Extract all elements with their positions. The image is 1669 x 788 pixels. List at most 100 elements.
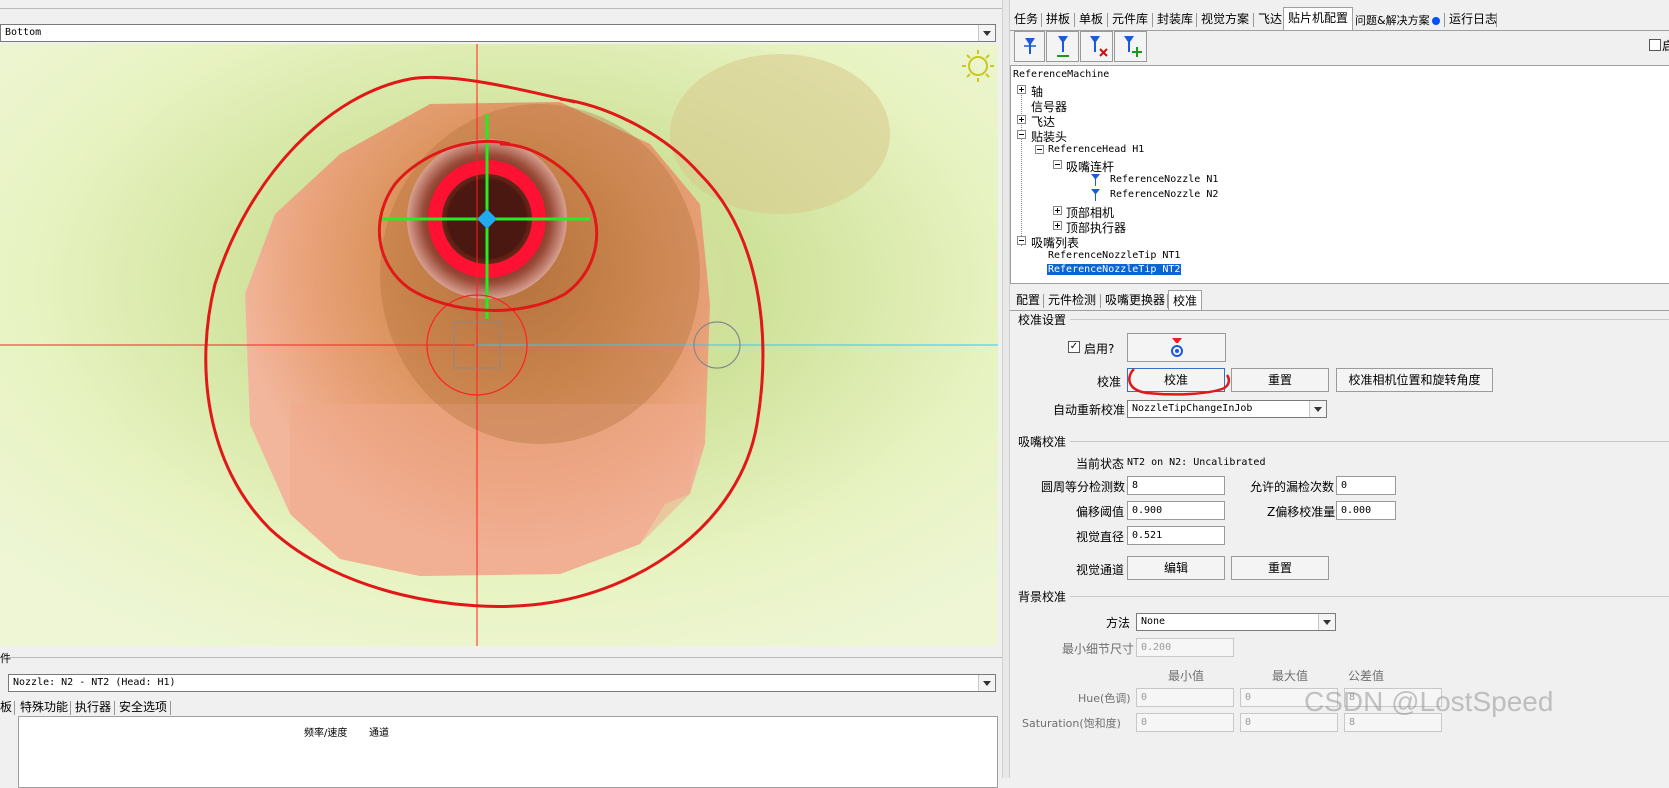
tab-issues[interactable]: 问题&解决方案 — [1351, 11, 1444, 31]
expand-icon[interactable] — [1053, 221, 1062, 230]
nozzle-load-icon[interactable] — [1046, 31, 1079, 62]
left-edge-char: 件 — [0, 652, 11, 665]
chevron-down-icon[interactable] — [1309, 401, 1326, 417]
chevron-down-icon[interactable] — [978, 675, 995, 691]
z-offset-label: Z偏移校准量 — [1267, 505, 1336, 519]
method-select[interactable]: None — [1136, 613, 1336, 631]
tree-item-heads[interactable]: 贴装头 — [1031, 128, 1067, 145]
right-checkbox-label: 启 — [1662, 39, 1669, 53]
tab-machine-setup[interactable]: 贴片机配置 — [1283, 7, 1354, 30]
sun-icon[interactable] — [958, 48, 998, 84]
allowed-misses-label: 允许的漏检次数 — [1250, 480, 1335, 494]
nozzle-status-icon — [1170, 338, 1183, 357]
tab-board[interactable]: 单板 — [1075, 9, 1107, 29]
chevron-down-icon[interactable] — [978, 25, 995, 41]
camera-view[interactable] — [0, 44, 998, 646]
col-min-label: 最小值 — [1168, 669, 1205, 683]
camera-select-value: Bottom — [5, 27, 42, 38]
expand-icon[interactable] — [1017, 85, 1026, 94]
tree-item-tip-nt1[interactable]: ReferenceNozzleTip NT1 — [1048, 250, 1180, 261]
bottom-tab-special[interactable]: 特殊功能 — [16, 697, 72, 717]
tree-root[interactable]: ReferenceMachine — [1013, 69, 1109, 80]
tab-part-detection[interactable]: 元件检测 — [1044, 290, 1100, 310]
min-detail-label: 最小细节尺寸 — [1062, 642, 1135, 656]
tree-item-nozzle-n1[interactable]: ReferenceNozzle N1 — [1110, 174, 1218, 185]
collapse-icon[interactable] — [1053, 160, 1062, 169]
hue-min-field: 0 — [1136, 688, 1234, 707]
tab-log[interactable]: 运行日志 — [1445, 9, 1501, 29]
tab-feeders[interactable]: 飞达 — [1254, 9, 1286, 29]
expand-icon[interactable] — [1017, 115, 1026, 124]
tab-nozzle-changer[interactable]: 吸嘴更换器 — [1101, 290, 1169, 310]
offset-threshold-value: 0.900 — [1132, 505, 1163, 516]
expand-icon[interactable] — [1053, 206, 1062, 215]
calib-label: 校准 — [1097, 375, 1122, 389]
tab-packages[interactable]: 封装库 — [1153, 9, 1197, 29]
offset-threshold-label: 偏移阈值 — [1076, 505, 1125, 519]
tree-item-tip-nt2[interactable]: ReferenceNozzleTip NT2 — [1047, 264, 1182, 275]
nozzle-icon — [1091, 174, 1100, 186]
tab-panel[interactable]: 拼板 — [1042, 9, 1074, 29]
enable-checkbox[interactable]: ✓ — [1068, 341, 1080, 353]
tab-calibration[interactable]: 校准 — [1168, 290, 1203, 311]
edit-pipeline-button[interactable]: 编辑 — [1127, 556, 1225, 580]
nozzle-add-icon[interactable] — [1114, 31, 1147, 62]
tab-vision[interactable]: 视觉方案 — [1197, 9, 1253, 29]
nozzle-delete-icon[interactable] — [1080, 31, 1113, 62]
reset-pipeline-button[interactable]: 重置 — [1231, 556, 1329, 580]
nozzle-select[interactable]: Nozzle: N2 - NT2 (Head: H1) — [8, 674, 996, 692]
collapse-icon[interactable] — [1017, 236, 1026, 245]
allowed-misses-field[interactable]: 0 — [1336, 476, 1396, 495]
right-checkbox[interactable] — [1649, 39, 1661, 51]
tree-item-nozzle-n2[interactable]: ReferenceNozzle N2 — [1110, 189, 1218, 200]
hue-max-value: 0 — [1245, 692, 1252, 703]
chevron-down-icon[interactable] — [1318, 614, 1335, 630]
left-lower-divider — [8, 657, 1002, 658]
tree-item-nozzles[interactable]: 吸嘴连杆 — [1066, 158, 1114, 175]
col-max-label: 最大值 — [1272, 669, 1309, 683]
method-value: None — [1141, 616, 1166, 627]
reset-calib-button[interactable]: 重置 — [1231, 368, 1329, 392]
camera-image — [0, 44, 998, 646]
machine-tree[interactable]: ReferenceMachine 轴 信号器 飞达 贴装头 ReferenceH… — [1010, 65, 1669, 284]
calibration-status-button[interactable] — [1127, 333, 1226, 362]
auto-recalib-select[interactable]: NozzleTipChangeInJob — [1127, 400, 1327, 418]
vision-diameter-field[interactable]: 0.521 — [1127, 526, 1225, 545]
vision-diameter-label: 视觉直径 — [1076, 530, 1125, 544]
tree-item-head-h1[interactable]: ReferenceHead H1 — [1048, 144, 1144, 155]
splitter[interactable] — [1002, 0, 1010, 778]
calib-settings-title: 校准设置 — [1018, 313, 1067, 327]
tab-separator — [1496, 13, 1497, 27]
nozzle-icon — [1091, 189, 1100, 201]
collapse-icon[interactable] — [1035, 145, 1044, 154]
circle-divisions-label: 圆周等分检测数 — [1041, 480, 1126, 494]
tab-parts[interactable]: 元件库 — [1108, 9, 1152, 29]
bottom-table: 频率/速度 通道 — [18, 716, 998, 788]
z-offset-field[interactable]: 0.000 — [1336, 501, 1396, 520]
pipeline-label: 视觉通道 — [1076, 563, 1125, 577]
nozzle-calib-title: 吸嘴校准 — [1018, 435, 1067, 449]
z-offset-value: 0.000 — [1341, 505, 1372, 516]
sat-min-value: 0 — [1141, 717, 1148, 728]
min-detail-field: 0.200 — [1136, 638, 1234, 657]
enable-label: 启用? — [1084, 342, 1115, 356]
collapse-icon[interactable] — [1017, 130, 1026, 139]
bottom-tab-safety[interactable]: 安全选项 — [115, 697, 171, 717]
tab-separator — [14, 701, 15, 715]
top-strip — [0, 0, 1002, 24]
bottom-tab-board[interactable]: 板 — [0, 697, 12, 717]
top-strip-border — [0, 8, 1002, 9]
tab-config[interactable]: 配置 — [1012, 290, 1044, 310]
circle-divisions-field[interactable]: 8 — [1127, 476, 1225, 495]
tree-item-nozzle-tips[interactable]: 吸嘴列表 — [1031, 234, 1079, 251]
bottom-tab-actuators[interactable]: 执行器 — [71, 697, 115, 717]
calibrate-camera-button[interactable]: 校准相机位置和旋转角度 — [1336, 368, 1493, 392]
nozzle-icon[interactable] — [1014, 31, 1045, 62]
auto-recalib-value: NozzleTipChangeInJob — [1132, 403, 1253, 414]
offset-threshold-field[interactable]: 0.900 — [1127, 501, 1225, 520]
hue-min-value: 0 — [1141, 692, 1148, 703]
tab-jobs[interactable]: 任务 — [1010, 9, 1042, 29]
camera-select[interactable]: Bottom — [0, 24, 996, 42]
tab-separator — [170, 701, 171, 715]
col-tol-label: 公差值 — [1348, 669, 1385, 683]
